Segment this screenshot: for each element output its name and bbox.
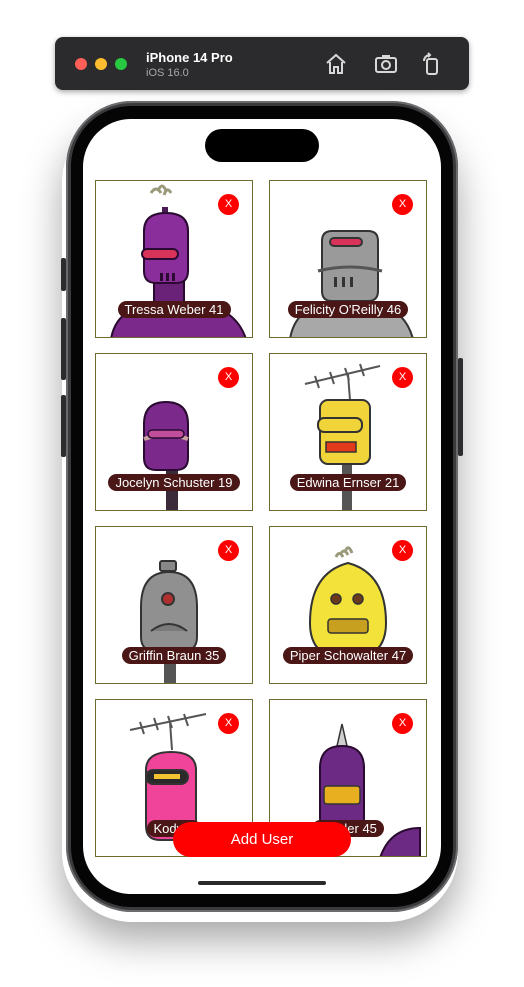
- user-card: X Tressa Weber 41: [95, 180, 253, 338]
- os-version: iOS 16.0: [146, 67, 189, 79]
- user-name-label: Griffin Braun 35: [121, 647, 227, 664]
- delete-user-button[interactable]: X: [392, 713, 413, 734]
- delete-user-button[interactable]: X: [392, 194, 413, 215]
- screenshot-icon[interactable]: [374, 52, 398, 76]
- user-card: X Edwina Ernser 21: [269, 353, 427, 511]
- user-name-label: Jocelyn Schuster 19: [108, 474, 240, 491]
- user-card: X Griffin Braun 35: [95, 526, 253, 684]
- volume-up-button: [61, 318, 66, 380]
- home-indicator: [198, 881, 326, 885]
- power-button: [458, 358, 463, 456]
- volume-down-button: [61, 395, 66, 457]
- user-card: X Felicity O'Reilly 46: [269, 180, 427, 338]
- user-name-label: Edwina Ernser 21: [289, 474, 407, 491]
- delete-user-button[interactable]: X: [392, 540, 413, 561]
- rotate-icon[interactable]: [419, 52, 443, 76]
- dynamic-island: [205, 129, 319, 162]
- delete-user-button[interactable]: X: [218, 194, 239, 215]
- action-button: [61, 258, 66, 291]
- user-name-label: Piper Schowalter 47: [282, 647, 414, 664]
- minimize-window-button[interactable]: [95, 58, 107, 70]
- close-window-button[interactable]: [75, 58, 87, 70]
- zoom-window-button[interactable]: [115, 58, 127, 70]
- add-user-button[interactable]: Add User: [173, 822, 351, 857]
- device-name: iPhone 14 Pro: [146, 50, 233, 65]
- user-name-label: Felicity O'Reilly 46: [287, 301, 409, 318]
- simulator-toolbar: iPhone 14 Pro iOS 16.0: [55, 37, 469, 90]
- home-icon[interactable]: [324, 52, 348, 76]
- app-screen: X Tressa Weber 41 X Felicity O'Reilly 46…: [83, 119, 441, 894]
- user-card: X Jocelyn Schuster 19: [95, 353, 253, 511]
- delete-user-button[interactable]: X: [218, 367, 239, 388]
- delete-user-button[interactable]: X: [392, 367, 413, 388]
- delete-user-button[interactable]: X: [218, 540, 239, 561]
- user-name-label: Tressa Weber 41: [117, 301, 231, 318]
- user-card: X Piper Schowalter 47: [269, 526, 427, 684]
- delete-user-button[interactable]: X: [218, 713, 239, 734]
